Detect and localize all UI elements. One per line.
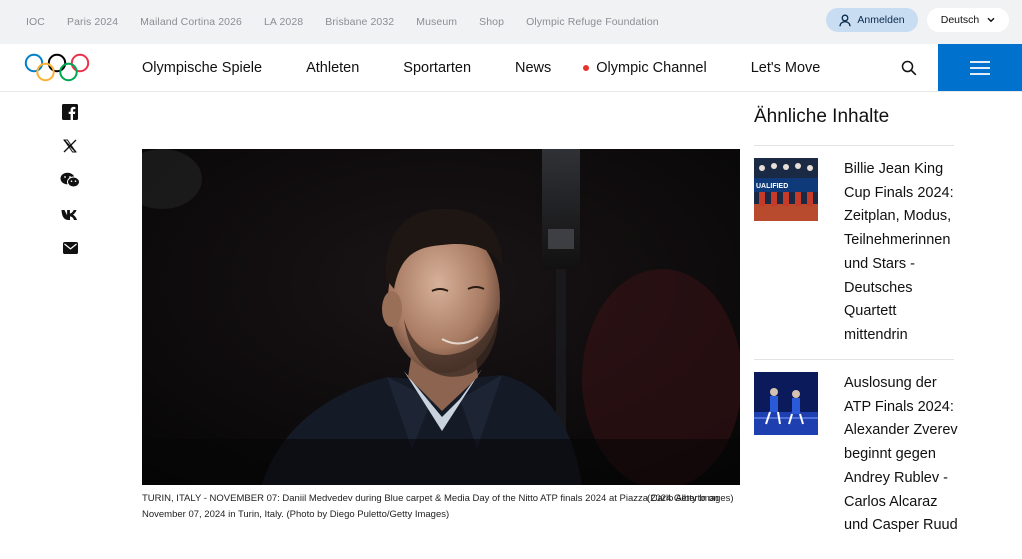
utility-link-museum[interactable]: Museum [416,16,457,28]
utility-link-paris-2024[interactable]: Paris 2024 [67,16,118,28]
related-title: Ähnliche Inhalte [754,106,890,127]
related-divider [754,359,954,360]
nav-item-news[interactable]: News [515,60,551,76]
share-bar [60,102,80,272]
related-item-1-title[interactable]: Billie Jean King Cup Finals 2024: Zeitpl… [844,158,958,348]
nav-items: Olympische Spiele Athleten Sportarten Ne… [142,44,820,91]
user-icon [839,14,852,26]
search-icon[interactable] [900,59,918,77]
chevron-down-icon [987,17,995,23]
caption-credit: (2024 Getty Images) [647,493,734,504]
login-label: Anmelden [857,14,905,26]
email-icon[interactable] [60,238,80,258]
related-item-2-title[interactable]: Auslosung der ATP Finals 2024: Alexander… [844,372,958,538]
vk-icon[interactable] [60,204,80,224]
menu-button[interactable] [938,44,1022,91]
article-hero-image [142,149,740,485]
related-thumb-1[interactable]: UALIFIED [754,158,818,221]
utility-links: IOC Paris 2024 Mailand Cortina 2026 LA 2… [26,0,681,44]
facebook-icon[interactable] [60,102,80,122]
nav-item-sports[interactable]: Sportarten [403,60,471,76]
olympic-rings-logo[interactable] [24,52,90,84]
login-button[interactable]: Anmelden [826,8,918,32]
live-dot-icon [583,64,590,71]
utility-link-refuge-foundation[interactable]: Olympic Refuge Foundation [526,16,659,28]
utility-bar: IOC Paris 2024 Mailand Cortina 2026 LA 2… [0,0,1022,44]
nav-item-olympic-channel[interactable]: Olympic Channel [583,59,707,76]
main-nav: Olympische Spiele Athleten Sportarten Ne… [0,44,1022,92]
related-divider [754,145,954,146]
language-label: Deutsch [940,14,980,26]
nav-item-athletes[interactable]: Athleten [306,60,359,76]
utility-link-brisbane-2032[interactable]: Brisbane 2032 [325,16,394,28]
hamburger-icon [970,60,990,75]
image-caption: TURIN, ITALY - NOVEMBER 07: Daniil Medve… [142,491,742,523]
utility-link-ioc[interactable]: IOC [26,16,45,28]
caption-text: TURIN, ITALY - NOVEMBER 07: Daniil Medve… [142,493,719,520]
related-thumb-text-1: UALIFIED [756,183,788,190]
utility-link-shop[interactable]: Shop [479,16,504,28]
nav-item-olympic-games[interactable]: Olympische Spiele [142,60,262,76]
nav-item-olympic-channel-label: Olympic Channel [596,59,707,76]
x-icon[interactable] [60,136,80,156]
utility-link-la-2028[interactable]: LA 2028 [264,16,303,28]
language-select[interactable]: Deutsch [927,8,1009,32]
nav-item-lets-move[interactable]: Let's Move [751,60,821,76]
wechat-icon[interactable] [60,170,80,190]
utility-link-milano-cortina-2026[interactable]: Mailand Cortina 2026 [140,16,242,28]
related-thumb-2[interactable] [754,372,818,435]
